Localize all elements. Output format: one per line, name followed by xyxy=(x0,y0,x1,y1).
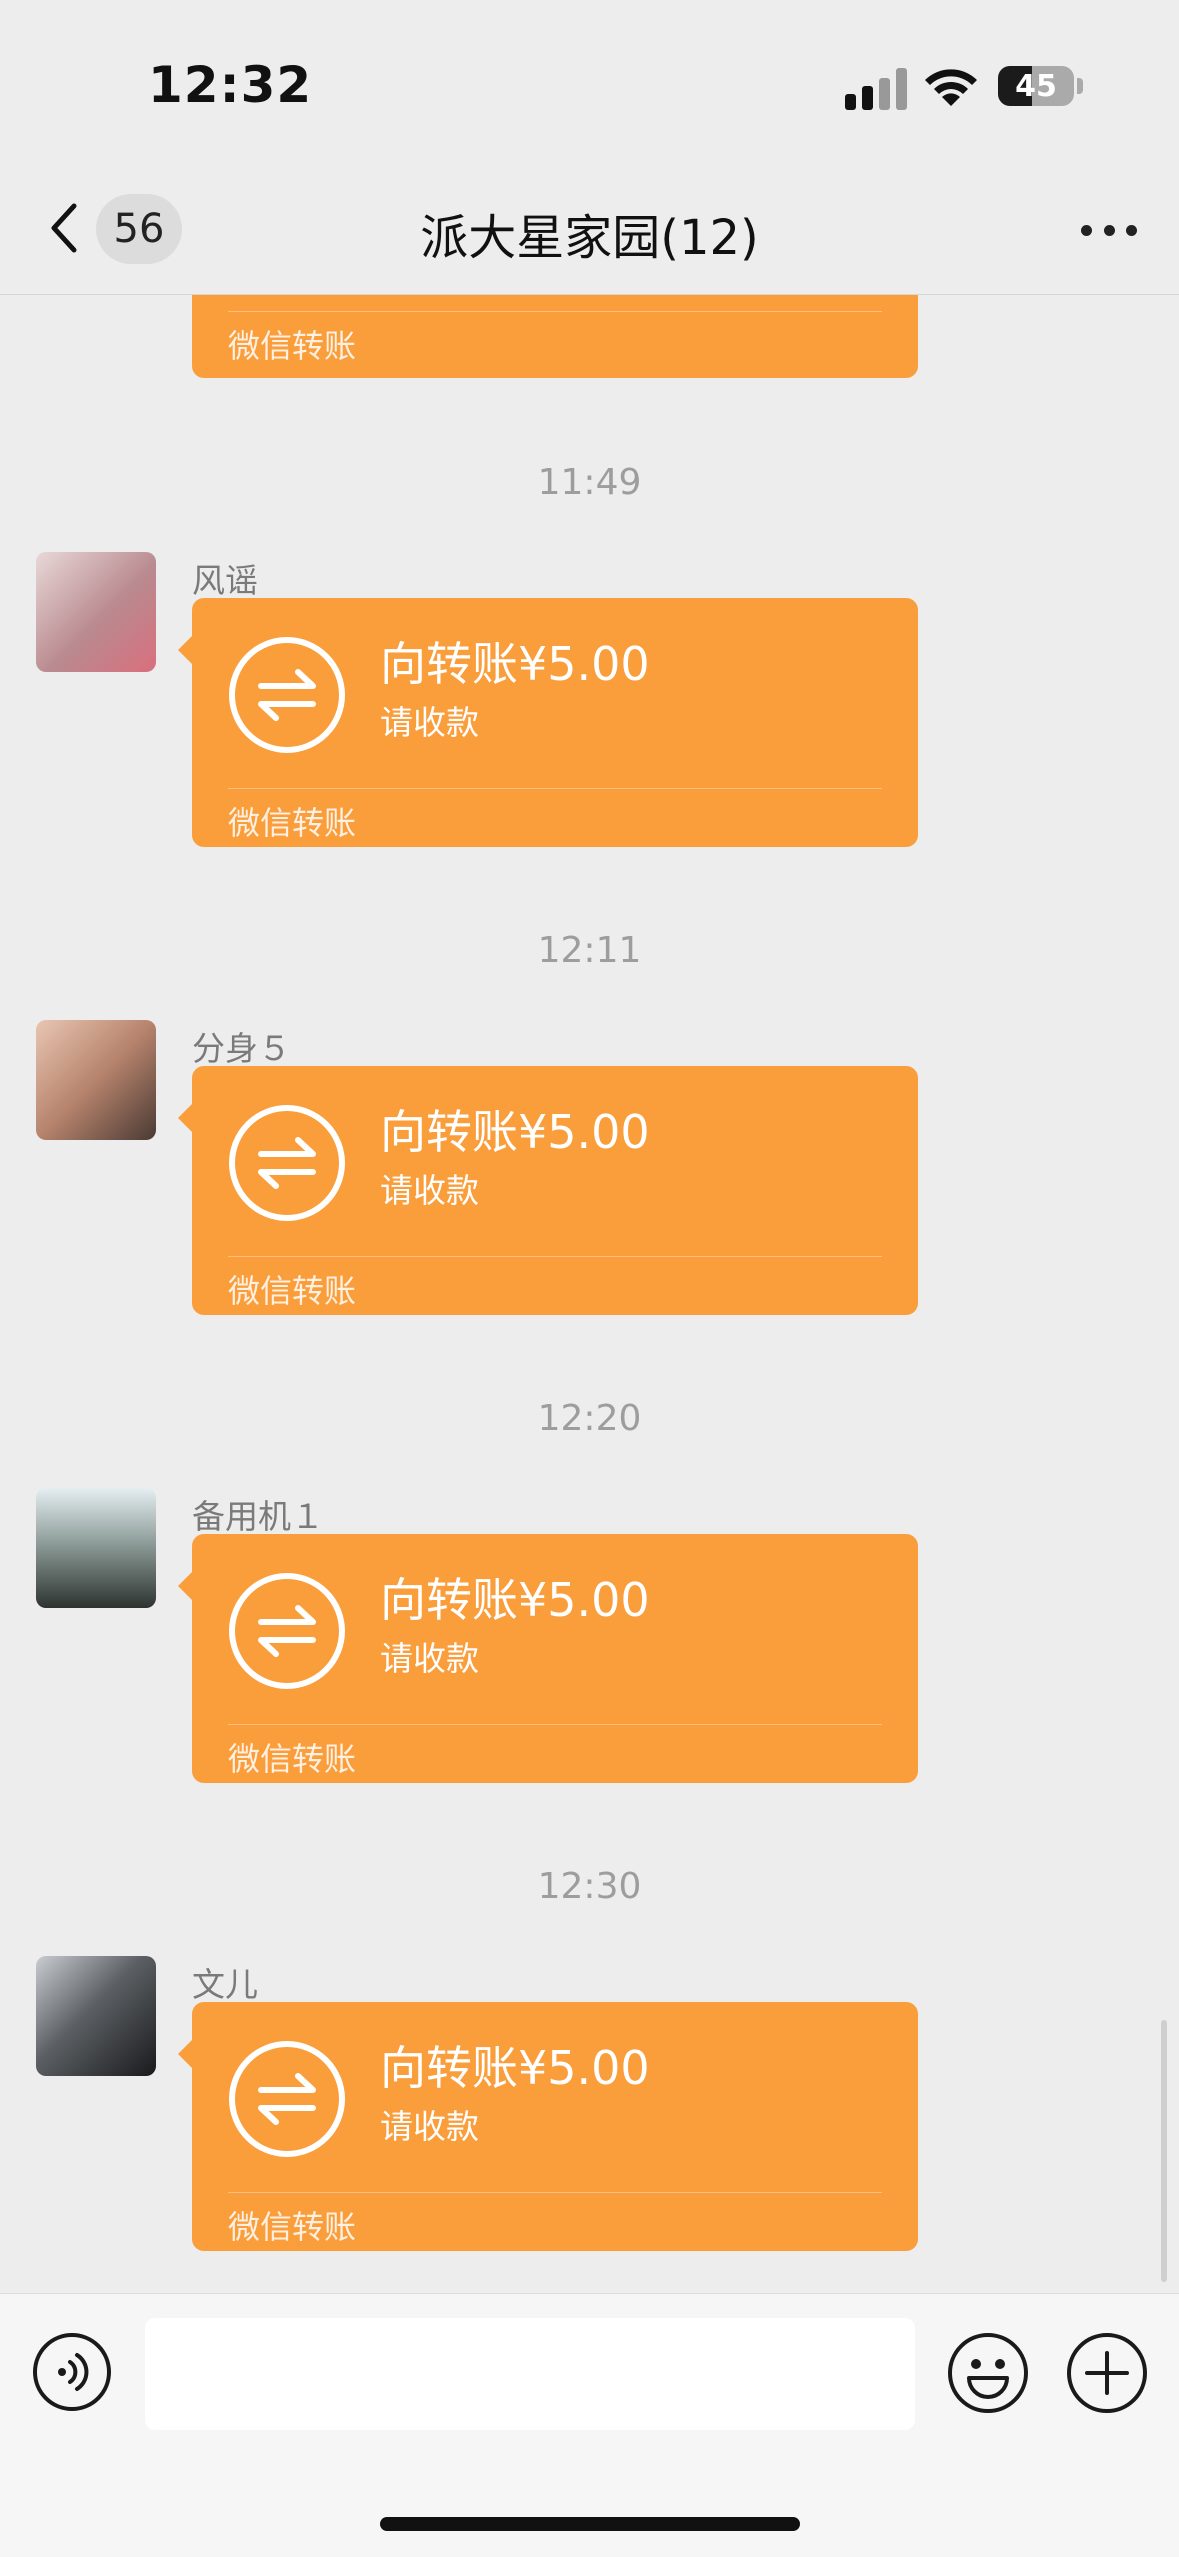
plus-icon[interactable] xyxy=(1066,2332,1148,2414)
message-timestamp: 12:11 xyxy=(537,930,642,971)
transfer-card[interactable]: 向转账¥5.00 请收款 微信转账 xyxy=(178,1534,918,1783)
home-indicator[interactable] xyxy=(380,2517,800,2531)
cellular-signal-icon xyxy=(845,68,909,110)
transfer-footer: 微信转账 xyxy=(228,804,357,842)
transfer-card[interactable]: 向转账¥5.00 请收款 微信转账 xyxy=(178,598,918,847)
avatar[interactable] xyxy=(36,1020,156,1140)
transfer-status: 请收款 xyxy=(380,2107,479,2146)
transfer-status: 请收款 xyxy=(380,703,479,742)
transfer-card-partial[interactable]: 微信转账 xyxy=(192,295,918,378)
transfer-card[interactable]: 向转账¥5.00 请收款 微信转账 xyxy=(178,2002,918,2251)
transfer-footer: 微信转账 xyxy=(228,1740,357,1778)
card-divider xyxy=(228,1256,882,1257)
sender-name: 分身５ xyxy=(192,1029,291,1068)
status-time: 12:32 xyxy=(148,56,313,114)
bubble-tail xyxy=(178,636,192,664)
battery-icon: 45 xyxy=(998,66,1074,106)
message-input[interactable] xyxy=(145,2318,915,2430)
message-timestamp: 12:30 xyxy=(537,1866,642,1907)
bubble-tail xyxy=(178,2040,192,2068)
sender-name: 风谣 xyxy=(192,561,258,600)
emoji-icon[interactable] xyxy=(947,2332,1029,2414)
card-divider xyxy=(228,788,882,789)
transfer-amount: 向转账¥5.00 xyxy=(380,1105,650,1159)
transfer-status: 请收款 xyxy=(380,1171,479,1210)
message-timestamp: 12:20 xyxy=(537,1398,642,1439)
avatar[interactable] xyxy=(36,1488,156,1608)
sender-name: 文儿 xyxy=(192,1965,258,2004)
message-timestamp: 11:49 xyxy=(537,462,642,503)
card-divider xyxy=(228,311,882,312)
transfer-amount: 向转账¥5.00 xyxy=(380,1573,650,1627)
avatar[interactable] xyxy=(36,1956,156,2076)
status-bar: 12:32 45 xyxy=(0,0,1179,170)
transfer-arrows-icon xyxy=(229,1105,345,1221)
chat-header: 派大星家园(12) 56 xyxy=(0,170,1179,295)
card-divider xyxy=(228,2192,882,2193)
sender-name: 备用机１ xyxy=(192,1497,324,1536)
transfer-amount: 向转账¥5.00 xyxy=(380,637,650,691)
transfer-footer: 微信转账 xyxy=(228,1272,357,1310)
transfer-amount: 向转账¥5.00 xyxy=(380,2041,650,2095)
battery-level: 45 xyxy=(1015,68,1057,104)
transfer-footer: 微信转账 xyxy=(228,2208,357,2246)
chevron-left-icon[interactable] xyxy=(40,198,90,258)
more-dots-icon[interactable] xyxy=(1069,200,1149,260)
chat-messages[interactable]: 微信转账 11:49 风谣 向转账¥5.00 请收款 微信转账 12:11 分身… xyxy=(0,295,1179,2293)
bubble-tail xyxy=(178,1104,192,1132)
transfer-arrows-icon xyxy=(229,2041,345,2157)
card-divider xyxy=(228,1724,882,1725)
transfer-arrows-icon xyxy=(229,1573,345,1689)
unread-count-badge[interactable]: 56 xyxy=(96,194,182,264)
wifi-icon xyxy=(925,69,977,106)
chat-scrollbar[interactable] xyxy=(1161,2020,1167,2282)
transfer-status: 请收款 xyxy=(380,1639,479,1678)
transfer-card[interactable]: 向转账¥5.00 请收款 微信转账 xyxy=(178,1066,918,1315)
transfer-arrows-icon xyxy=(229,637,345,753)
battery-cap xyxy=(1077,78,1083,94)
transfer-footer: 微信转账 xyxy=(228,327,357,365)
avatar[interactable] xyxy=(36,552,156,672)
voice-icon[interactable] xyxy=(32,2332,112,2412)
bubble-tail xyxy=(178,1572,192,1600)
